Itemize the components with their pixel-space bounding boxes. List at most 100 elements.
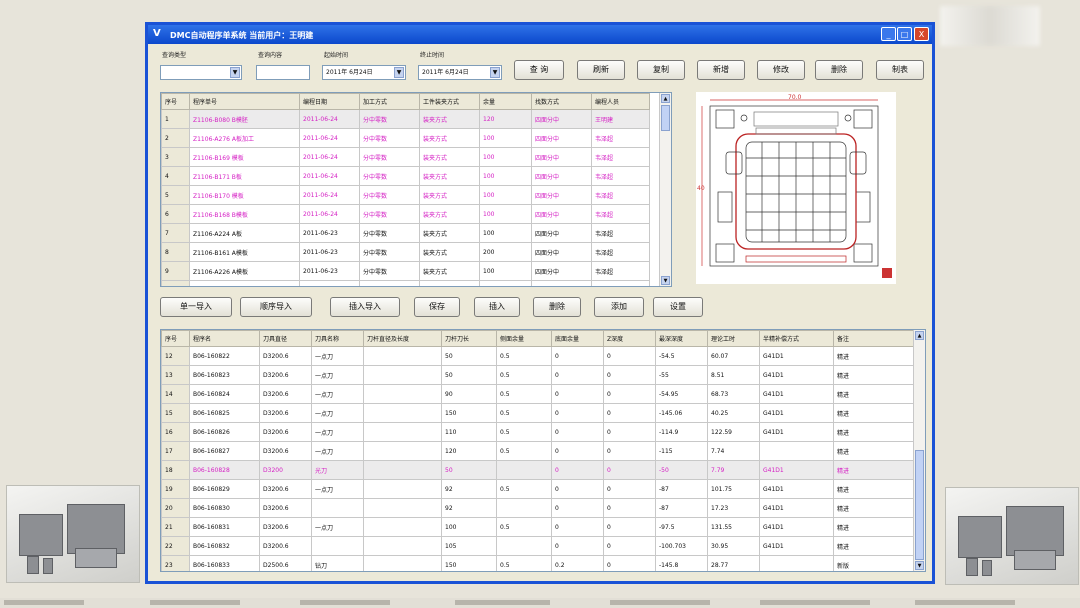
table-cell[interactable]: 装夹方式 bbox=[419, 166, 480, 186]
table-row[interactable]: 12 B06-160822 D3200.6 一点刀 50 0.5 0 0 -54.5 60.07 G… bbox=[161, 346, 914, 366]
table-cell[interactable]: B06-160822 bbox=[189, 346, 260, 366]
table-row[interactable]: 2 Z1106-A276 A板加工 2011-06-24 分中零数 装夹方式 100 四面分… bbox=[161, 128, 650, 148]
table-cell[interactable]: 101.75 bbox=[707, 479, 760, 499]
table-cell[interactable]: 0 bbox=[551, 403, 604, 423]
table-cell[interactable]: 50 bbox=[441, 365, 497, 385]
table-row[interactable]: 18 B06-160828 D3200 光刀 50 0 0 -50 7.79 G41D1 精进 bbox=[161, 460, 914, 480]
table-cell[interactable]: 分中零数 bbox=[359, 223, 420, 243]
table-cell[interactable]: 0 bbox=[603, 384, 656, 404]
table-cell[interactable]: 2011-06-23 bbox=[299, 223, 360, 243]
table-row[interactable]: 5 Z1106-B170 模板 2011-06-24 分中零数 装夹方式 100 四面分中韦… bbox=[161, 185, 650, 205]
column-header[interactable]: 刀具直径 bbox=[259, 330, 312, 347]
table-cell[interactable]: 钻刀 bbox=[311, 555, 364, 571]
table-cell[interactable]: 四面分中 bbox=[531, 166, 592, 186]
table-cell[interactable]: 100 bbox=[441, 517, 497, 537]
row-number-cell[interactable]: 21 bbox=[161, 517, 190, 537]
query-button[interactable]: 查 询 bbox=[514, 60, 564, 80]
table-cell[interactable]: 30.95 bbox=[707, 536, 760, 556]
query-content-input[interactable] bbox=[256, 65, 310, 80]
table-cell[interactable] bbox=[363, 536, 442, 556]
table-cell[interactable]: 精进 bbox=[833, 384, 914, 404]
table-row[interactable]: 8 Z1106-B161 A模板 2011-06-23 分中零数 装夹方式 200 四面分中… bbox=[161, 242, 650, 262]
table-cell[interactable]: 7.74 bbox=[707, 441, 760, 461]
table-cell[interactable]: B06-160829 bbox=[189, 479, 260, 499]
table-cell[interactable]: G41D1 bbox=[759, 346, 834, 366]
table-cell[interactable]: 装夹方式 bbox=[419, 204, 480, 224]
table-cell[interactable]: D3200.6 bbox=[259, 346, 312, 366]
table-cell[interactable]: -55 bbox=[655, 365, 708, 385]
table-cell[interactable] bbox=[363, 441, 442, 461]
table-cell[interactable]: 韦泽超 bbox=[591, 223, 650, 243]
table-cell[interactable]: 精进 bbox=[833, 460, 914, 480]
table-cell[interactable]: 韦泽超 bbox=[591, 128, 650, 148]
table-cell[interactable]: 0 bbox=[603, 403, 656, 423]
table-cell[interactable] bbox=[496, 536, 552, 556]
table-cell[interactable]: G41D1 bbox=[759, 403, 834, 423]
table-cell[interactable]: 0 bbox=[551, 498, 604, 518]
column-header[interactable]: 侧面余量 bbox=[496, 330, 552, 347]
table-cell[interactable]: 四面分中 bbox=[531, 204, 592, 224]
table-cell[interactable]: G41D1 bbox=[759, 536, 834, 556]
table-cell[interactable]: D3200.6 bbox=[259, 479, 312, 499]
table-cell[interactable]: Z1106-B170 模板 bbox=[189, 185, 300, 205]
table-cell[interactable]: 一点刀 bbox=[311, 517, 364, 537]
table-cell[interactable]: Z1106-B080 B模胚 bbox=[189, 109, 300, 129]
table-cell[interactable]: 100 bbox=[479, 261, 532, 281]
row-number-cell[interactable]: 7 bbox=[161, 223, 190, 243]
table-cell[interactable]: 0 bbox=[603, 555, 656, 571]
table-cell[interactable]: A05-211A 模板 bbox=[189, 280, 300, 286]
table-cell[interactable]: D3200.6 bbox=[259, 441, 312, 461]
table-row[interactable]: 3 Z1106-B169 模板 2011-06-24 分中零数 装夹方式 100 四面分中韦… bbox=[161, 147, 650, 167]
table-cell[interactable]: 精进 bbox=[833, 536, 914, 556]
scroll-thumb[interactable] bbox=[661, 105, 670, 131]
tool-path-grid[interactable]: 序号 程序名 刀具直径 刀具名称 刀杆直径及长度 刀杆刀长 侧面余量 底面余量 … bbox=[160, 329, 926, 572]
table-cell[interactable]: D3200.6 bbox=[259, 498, 312, 518]
table-row[interactable]: 23 B06-160833 D2500.6 钻刀 150 0.5 0.2 0 -145.8 28.… bbox=[161, 555, 914, 571]
table-cell[interactable]: 四面分中 bbox=[531, 147, 592, 167]
table-cell[interactable]: B06-160833 bbox=[189, 555, 260, 571]
table-cell[interactable]: 2011-06-24 bbox=[299, 185, 360, 205]
table-row[interactable]: 16 B06-160826 D3200.6 一点刀 110 0.5 0 0 -114.9 122.… bbox=[161, 422, 914, 442]
table-cell[interactable]: 分中零数 bbox=[359, 280, 420, 286]
table-cell[interactable]: 四面分中 bbox=[531, 128, 592, 148]
table-cell[interactable]: 分中零数 bbox=[359, 242, 420, 262]
table-cell[interactable]: 120 bbox=[441, 441, 497, 461]
table-cell[interactable]: 分中零数 bbox=[359, 261, 420, 281]
table-cell[interactable]: 四面分中 bbox=[531, 242, 592, 262]
table-cell[interactable]: 分中零数 bbox=[359, 147, 420, 167]
table-cell[interactable]: 一点刀 bbox=[311, 384, 364, 404]
column-header[interactable]: 编程人员 bbox=[591, 93, 650, 110]
table-cell[interactable]: 0 bbox=[551, 422, 604, 442]
table-row[interactable]: 22 B06-160832 D3200.6 105 0 0 -100.703 30.95 G41… bbox=[161, 536, 914, 556]
delete-button[interactable]: 删除 bbox=[815, 60, 863, 80]
table-cell[interactable]: 四面分中 bbox=[531, 280, 592, 286]
row-number-cell[interactable]: 20 bbox=[161, 498, 190, 518]
table-cell[interactable]: 110 bbox=[441, 422, 497, 442]
row-number-cell[interactable]: 5 bbox=[161, 185, 190, 205]
append-button[interactable]: 添加 bbox=[594, 297, 644, 317]
table-cell[interactable]: 50 bbox=[441, 460, 497, 480]
table-cell[interactable]: 0 bbox=[603, 517, 656, 537]
table-row[interactable]: 10A05-211A 模板2011-06-23分中零数装夹方式604.55四面分… bbox=[161, 280, 650, 286]
query-type-select[interactable]: ▼ bbox=[160, 65, 242, 80]
column-header[interactable]: 刀杆直径及长度 bbox=[363, 330, 442, 347]
table-cell[interactable]: 分中零数 bbox=[359, 109, 420, 129]
table-cell[interactable]: 一点刀 bbox=[311, 365, 364, 385]
table-cell[interactable]: 0 bbox=[603, 441, 656, 461]
table-cell[interactable]: G41D1 bbox=[759, 460, 834, 480]
table-cell[interactable]: -145.8 bbox=[655, 555, 708, 571]
table-cell[interactable] bbox=[759, 555, 834, 571]
close-button[interactable]: X bbox=[914, 27, 929, 41]
table-cell[interactable]: 精进 bbox=[833, 346, 914, 366]
table-cell[interactable]: 韦泽超 bbox=[591, 204, 650, 224]
table-cell[interactable]: 120 bbox=[479, 109, 532, 129]
table-cell[interactable]: D3200.6 bbox=[259, 422, 312, 442]
table-cell[interactable]: 0.2 bbox=[551, 555, 604, 571]
table-cell[interactable] bbox=[363, 460, 442, 480]
table-cell[interactable]: 92 bbox=[441, 479, 497, 499]
table-cell[interactable]: B06-160827 bbox=[189, 441, 260, 461]
table-row[interactable]: 13 B06-160823 D3200.6 一点刀 50 0.5 0 0 -55 8.51 G41D… bbox=[161, 365, 914, 385]
table-cell[interactable]: 0.5 bbox=[496, 517, 552, 537]
column-header[interactable]: 编程日期 bbox=[299, 93, 360, 110]
column-header[interactable]: Z深度 bbox=[603, 330, 656, 347]
